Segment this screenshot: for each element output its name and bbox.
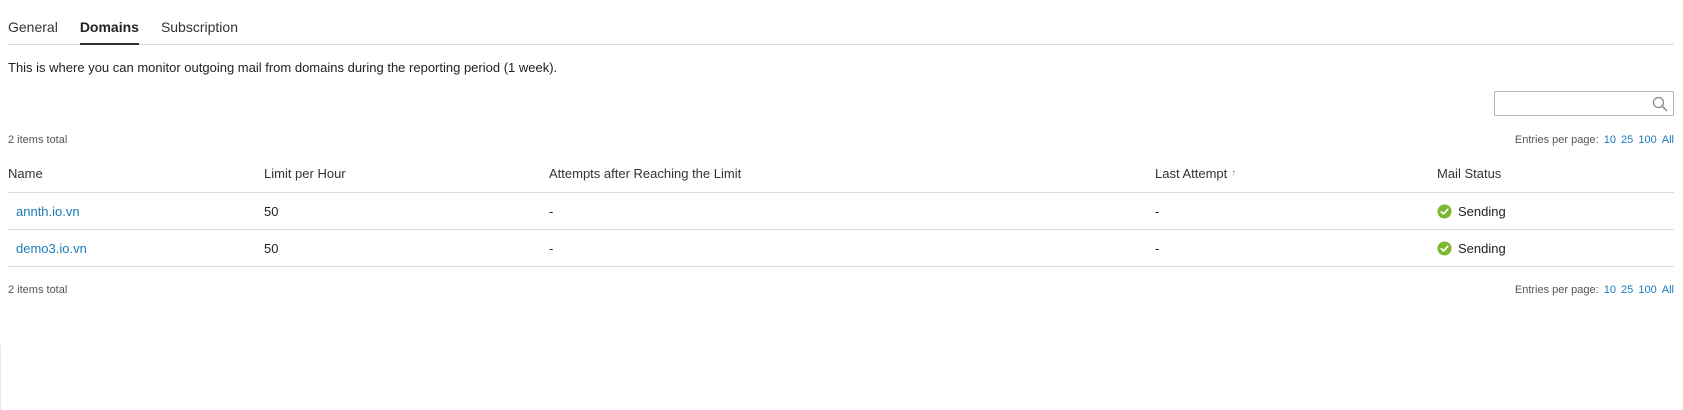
sort-ascending-icon: ↑: [1231, 168, 1237, 179]
domain-link[interactable]: annth.io.vn: [16, 204, 80, 219]
tab-bar: General Domains Subscription: [8, 0, 1674, 45]
entries-per-page: Entries per page: 10 25 100 All: [1515, 134, 1674, 146]
check-circle-icon: [1437, 203, 1452, 219]
tab-subscription[interactable]: Subscription: [161, 18, 238, 45]
items-total: 2 items total: [8, 134, 68, 146]
limit-cell: 50: [264, 203, 279, 219]
domains-table: Name Limit per Hour Attempts after Reach…: [8, 155, 1674, 267]
mail-status-text: Sending: [1458, 240, 1506, 256]
page-size-100[interactable]: 100: [1638, 284, 1656, 296]
limit-cell: 50: [264, 240, 279, 256]
column-header-attempts[interactable]: Attempts after Reaching the Limit: [549, 155, 741, 192]
entries-per-page-label: Entries per page:: [1514, 284, 1599, 296]
entries-per-page-label: Entries per page:: [1514, 134, 1599, 146]
search-input[interactable]: [1495, 92, 1645, 115]
column-header-last-attempt[interactable]: Last Attempt ↑: [1155, 155, 1236, 192]
page-size-all[interactable]: All: [1662, 134, 1674, 146]
column-header-last-attempt-label: Last Attempt: [1155, 166, 1228, 181]
attempts-cell: -: [549, 203, 554, 219]
column-header-name[interactable]: Name: [8, 155, 43, 192]
list-summary-bottom: 2 items total Entries per page: 10 25 10…: [8, 284, 1674, 300]
page-size-all[interactable]: All: [1662, 284, 1674, 296]
tab-general[interactable]: General: [8, 18, 58, 45]
left-edge-divider: [0, 345, 1, 410]
page-size-25[interactable]: 25: [1621, 134, 1633, 146]
last-attempt-cell: -: [1155, 203, 1160, 219]
mail-status-cell: Sending: [1437, 230, 1506, 266]
attempts-cell: -: [549, 240, 554, 256]
table-row: demo3.io.vn 50 - - Sending: [8, 230, 1674, 267]
search-box[interactable]: [1494, 91, 1674, 116]
page-description: This is where you can monitor outgoing m…: [8, 60, 558, 75]
entries-per-page: Entries per page: 10 25 100 All: [1515, 284, 1674, 296]
list-summary-top: 2 items total Entries per page: 10 25 10…: [8, 134, 1674, 150]
domain-link[interactable]: demo3.io.vn: [16, 241, 87, 256]
table-row: annth.io.vn 50 - - Sending: [8, 193, 1674, 230]
last-attempt-cell: -: [1155, 240, 1160, 256]
search-icon[interactable]: [1651, 95, 1669, 113]
page-size-100[interactable]: 100: [1638, 134, 1656, 146]
check-circle-icon: [1437, 240, 1452, 256]
domain-name-cell: demo3.io.vn: [8, 230, 87, 266]
mail-status-cell: Sending: [1437, 193, 1506, 229]
domain-name-cell: annth.io.vn: [8, 193, 80, 229]
page-size-25[interactable]: 25: [1621, 284, 1633, 296]
items-total: 2 items total: [8, 284, 68, 296]
table-header: Name Limit per Hour Attempts after Reach…: [8, 155, 1674, 193]
column-header-mail-status[interactable]: Mail Status: [1437, 155, 1501, 192]
page-size-10[interactable]: 10: [1604, 134, 1616, 146]
page-size-10[interactable]: 10: [1604, 284, 1616, 296]
mail-status-text: Sending: [1458, 203, 1506, 219]
tab-domains[interactable]: Domains: [79, 18, 139, 45]
column-header-limit[interactable]: Limit per Hour: [264, 155, 346, 192]
